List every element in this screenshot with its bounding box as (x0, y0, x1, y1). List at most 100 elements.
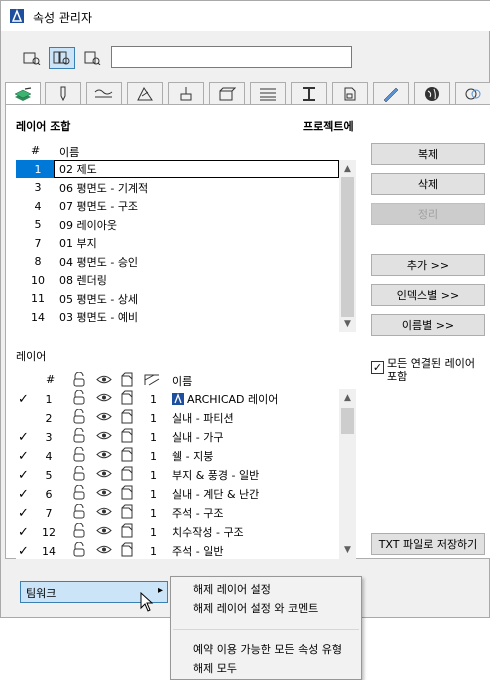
tab-zone-categories[interactable] (332, 82, 368, 105)
tab-fill-types[interactable] (127, 82, 163, 105)
vertical-scrollbar[interactable]: ▲ ▼ (339, 389, 356, 559)
lock-icon[interactable] (72, 446, 86, 465)
intersection-group-number: 1 (150, 449, 157, 463)
table-row[interactable]: 10 08 렌더링 (16, 271, 339, 289)
layers-list[interactable]: # 이름 ✓ 1 1 ARCHICAD 레이어 2 1 실내 - 파티션 ✓ 3 1 실내 - 가구… (16, 371, 356, 559)
menu-item-release-layer-settings[interactable]: 해제 레이어 설정 (193, 581, 271, 597)
list-view-icon (23, 52, 41, 65)
checkmark-icon: ✓ (18, 524, 29, 540)
column-header-name[interactable]: 이름 (172, 373, 192, 389)
visibility-column-icon[interactable] (96, 374, 112, 385)
building-materials-icon (219, 87, 236, 101)
eye-icon[interactable] (96, 411, 112, 425)
lock-icon[interactable] (72, 465, 86, 484)
wireframe-icon[interactable] (120, 428, 134, 446)
intersection-group-column-icon[interactable] (144, 373, 160, 386)
table-row[interactable]: 7 01 부지 (16, 234, 339, 252)
scroll-thumb[interactable] (341, 408, 354, 434)
eye-icon[interactable] (96, 544, 112, 558)
eye-icon[interactable] (96, 506, 112, 520)
delete-button[interactable]: 삭제 (371, 173, 485, 195)
lock-column-icon[interactable] (72, 372, 86, 387)
wireframe-icon[interactable] (120, 409, 134, 427)
wireframe-icon[interactable] (120, 504, 134, 522)
by-name-button[interactable]: 이름별 >> (371, 314, 485, 336)
scroll-down-arrow[interactable]: ▼ (339, 541, 356, 558)
tab-mep-systems[interactable] (455, 82, 490, 105)
wireframe-icon[interactable] (120, 390, 134, 408)
tab-pens[interactable] (45, 82, 81, 105)
duplicate-button[interactable]: 복제 (371, 143, 485, 165)
scroll-up-arrow[interactable]: ▲ (339, 389, 356, 406)
scroll-up-arrow[interactable]: ▲ (339, 160, 356, 177)
table-row[interactable]: ✓ 7 1 주석 - 구조 (16, 503, 339, 522)
name-edit-box[interactable] (54, 160, 339, 178)
eye-icon[interactable] (96, 430, 112, 444)
eye-icon[interactable] (96, 392, 112, 406)
tab-composites[interactable] (250, 82, 286, 105)
wireframe-icon[interactable] (120, 485, 134, 503)
wireframe-column-icon[interactable] (120, 372, 134, 387)
table-row[interactable]: ✓ 4 1 쉘 - 지붕 (16, 446, 339, 465)
save-txt-button[interactable]: TXT 파일로 저장하기 (371, 533, 485, 555)
tab-layers[interactable] (5, 82, 41, 106)
preview-view-button[interactable] (79, 47, 105, 69)
menu-item-release-all[interactable]: 해제 모두 (193, 660, 237, 676)
eye-icon[interactable] (96, 487, 112, 501)
table-row[interactable]: ✓ 3 1 실내 - 가구 (16, 427, 339, 446)
tab-operation-profiles[interactable] (414, 82, 450, 105)
lock-icon[interactable] (72, 484, 86, 503)
table-row[interactable]: ✓ 6 1 실내 - 계단 & 난간 (16, 484, 339, 503)
scroll-thumb[interactable] (341, 177, 354, 317)
by-index-button[interactable]: 인덱스별 >> (371, 284, 485, 306)
table-row[interactable]: ✓ 5 1 부지 & 풍경 - 일반 (16, 465, 339, 484)
layer-combinations-heading: 레이어 조합 (16, 120, 71, 133)
tab-surfaces[interactable] (168, 82, 204, 105)
lock-icon[interactable] (72, 408, 86, 427)
cleanup-button[interactable]: 정리 (371, 203, 485, 225)
tab-line-types[interactable] (86, 82, 122, 105)
eye-icon[interactable] (96, 468, 112, 482)
table-row[interactable]: 4 07 평면도 - 구조 (16, 197, 339, 215)
wireframe-icon[interactable] (120, 447, 134, 465)
table-row[interactable]: 1 02 제도 (16, 160, 339, 178)
table-row[interactable]: ✓ 1 1 ARCHICAD 레이어 (16, 389, 339, 408)
row-name: 02 제도 (59, 163, 97, 176)
column-header-number[interactable]: # (31, 144, 40, 157)
lock-icon[interactable] (72, 427, 86, 446)
archicad-layer-icon[interactable] (172, 393, 184, 408)
lock-icon[interactable] (72, 389, 86, 408)
tab-building-materials[interactable] (209, 82, 245, 105)
table-row[interactable]: 5 09 레이아웃 (16, 216, 339, 234)
details-view-button[interactable] (49, 47, 75, 69)
scroll-down-arrow[interactable]: ▼ (339, 315, 356, 332)
include-linked-checkbox[interactable]: ✓ (371, 361, 384, 374)
vertical-scrollbar[interactable]: ▲ ▼ (339, 160, 356, 332)
table-row[interactable]: 8 04 평면도 - 승인 (16, 253, 339, 271)
table-row[interactable]: 14 03 평면도 - 예비 (16, 308, 339, 326)
table-row[interactable]: 11 05 평면도 - 상세 (16, 290, 339, 308)
eye-icon[interactable] (96, 449, 112, 463)
column-header-name[interactable]: 이름 (59, 144, 79, 160)
menu-item-reserve-all-available[interactable]: 예약 이용 가능한 모든 속성 유형 (193, 641, 342, 657)
list-view-button[interactable] (19, 47, 45, 69)
table-row[interactable]: 3 06 평면도 - 기계적 (16, 179, 339, 197)
lock-icon[interactable] (72, 503, 86, 522)
eye-icon[interactable] (96, 525, 112, 539)
add-button[interactable]: 추가 >> (371, 254, 485, 276)
lock-icon[interactable] (72, 541, 86, 560)
search-input[interactable] (111, 46, 352, 68)
table-row[interactable]: ✓ 12 1 치수작성 - 구조 (16, 522, 339, 541)
wireframe-icon[interactable] (120, 542, 134, 560)
wireframe-icon[interactable] (120, 523, 134, 541)
layer-combinations-list[interactable]: # 이름 1 02 제도 3 06 평면도 - 기계적 4 07 평면도 - 구조 5 09 … (16, 142, 356, 332)
menu-item-release-with-comment[interactable]: 해제 레이어 설정 와 코멘트 (193, 600, 318, 616)
row-name: 03 평면도 - 예비 (59, 311, 139, 324)
wireframe-icon[interactable] (120, 466, 134, 484)
table-row[interactable]: ✓ 14 1 주석 - 일반 (16, 541, 339, 560)
lock-icon[interactable] (72, 522, 86, 541)
tab-profiles[interactable] (291, 82, 327, 105)
tab-markup-styles[interactable] (373, 82, 409, 105)
column-header-number[interactable]: # (46, 373, 55, 386)
table-row[interactable]: 2 1 실내 - 파티션 (16, 408, 339, 427)
